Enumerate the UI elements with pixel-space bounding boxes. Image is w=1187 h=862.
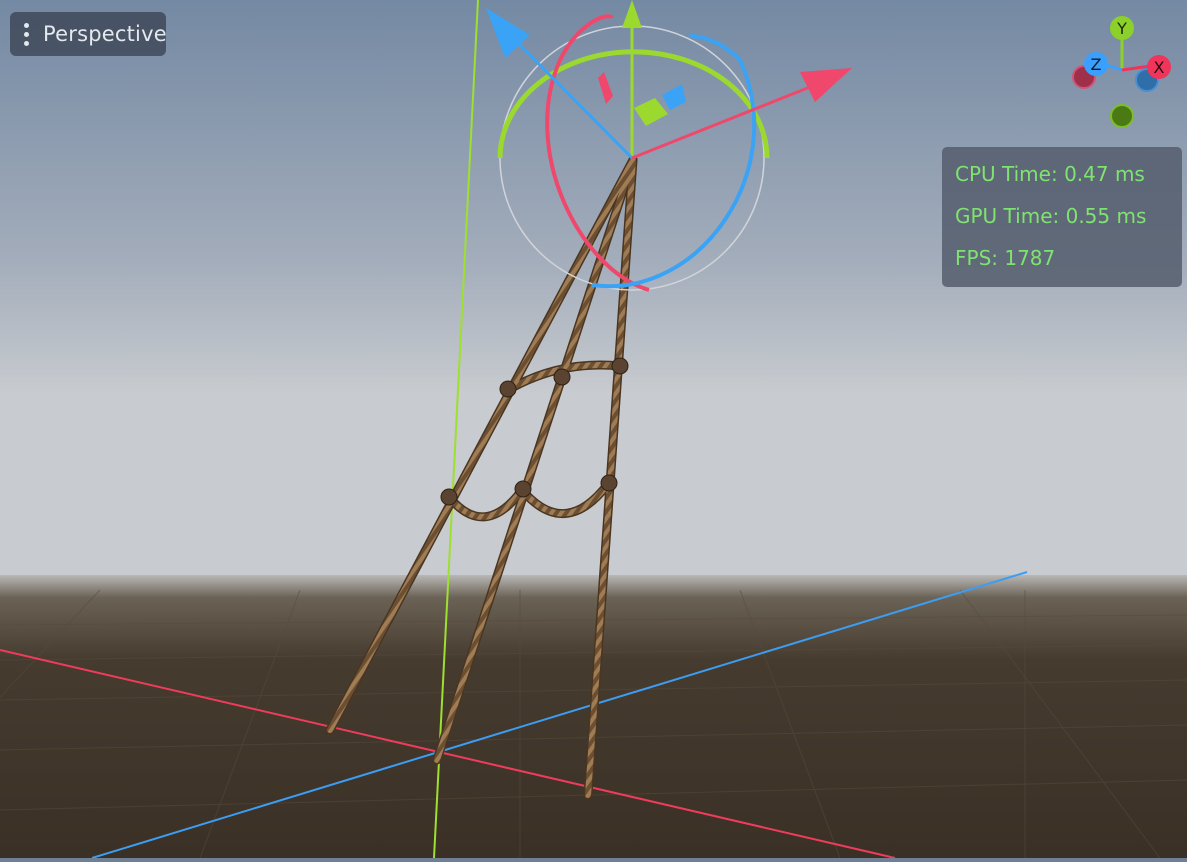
fps-label: FPS: 1787 (955, 246, 1056, 270)
axis-z-label: Z (1091, 55, 1102, 74)
view-orientation-gizmo[interactable]: Y Z X (1060, 10, 1180, 135)
axis-y-handle[interactable]: Y (1110, 16, 1134, 40)
3d-viewport[interactable] (0, 0, 1187, 859)
performance-stats-panel: CPU Time: 0.47 ms GPU Time: 0.55 ms FPS:… (942, 147, 1182, 287)
axis-y-label: Y (1116, 19, 1127, 38)
kebab-menu-icon (24, 22, 29, 46)
cpu-time-label: CPU Time: 0.47 ms (955, 162, 1145, 186)
view-mode-label: Perspective (43, 22, 167, 46)
perspective-view-menu-button[interactable]: Perspective (10, 12, 167, 56)
axis-x-label: X (1154, 58, 1165, 77)
gpu-time-label: GPU Time: 0.55 ms (955, 204, 1147, 228)
axis-z-handle[interactable]: Z (1084, 52, 1108, 76)
axis-neg-y-dot (1110, 104, 1134, 128)
axis-x-handle[interactable]: X (1147, 55, 1171, 79)
